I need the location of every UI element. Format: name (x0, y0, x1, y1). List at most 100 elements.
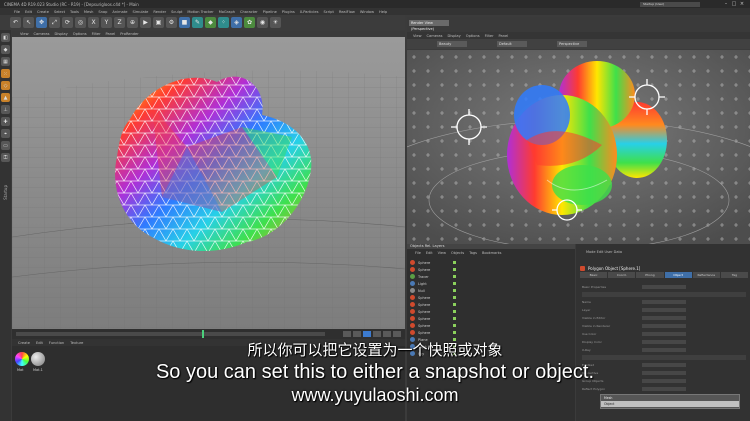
visibility-check-icon[interactable] (453, 296, 456, 299)
close-button[interactable]: × (738, 1, 746, 7)
object-menu-tags[interactable]: Tags (469, 251, 477, 255)
viewport-right-menu-panel[interactable]: Panel (499, 34, 509, 38)
menu-character[interactable]: Character (240, 10, 258, 14)
attribute-value-field[interactable] (642, 300, 686, 304)
points-mode-icon[interactable]: ⁙ (1, 69, 10, 78)
workplane-icon[interactable]: ▭ (1, 141, 10, 150)
menu-window[interactable]: Window (360, 10, 374, 14)
menu-mesh[interactable]: Mesh (84, 10, 93, 14)
tweak-mode-icon[interactable]: ✚ (1, 117, 10, 126)
model-mode-icon[interactable]: ◆ (1, 45, 10, 54)
viewport-left-menu-options[interactable]: Options (73, 32, 87, 36)
viewport-right-dropdown[interactable]: Default (497, 41, 527, 47)
list-item[interactable]: Light (410, 280, 572, 287)
list-item[interactable]: Tracer (410, 273, 572, 280)
visibility-check-icon[interactable] (453, 282, 456, 285)
x-axis-icon[interactable]: X (88, 17, 99, 28)
list-item[interactable]: Sphere (410, 294, 572, 301)
render-pv-icon[interactable]: ▣ (153, 17, 164, 28)
visibility-check-icon[interactable] (453, 303, 456, 306)
tab-object[interactable]: Object (664, 272, 692, 278)
menu-file[interactable]: File (14, 10, 20, 14)
attribute-value-field[interactable] (642, 285, 686, 289)
viewport-right-dropdown[interactable]: Perspective (557, 41, 587, 47)
menu-plugins[interactable]: Plugins (282, 10, 295, 14)
goto-start-button[interactable] (343, 331, 351, 337)
object-menu-bookmarks[interactable]: Bookmarks (482, 251, 502, 255)
viewport-right-menu-cameras[interactable]: Cameras (427, 34, 443, 38)
scale-icon[interactable]: ⤢ (49, 17, 60, 28)
list-item[interactable]: Sphere (410, 259, 572, 266)
object-menu-edit[interactable]: Edit (426, 251, 433, 255)
menu-realflow[interactable]: RealFlow (339, 10, 355, 14)
viewport-left-menu-panel[interactable]: Panel (106, 32, 116, 36)
menu-motion-tracker[interactable]: Motion Tracker (187, 10, 213, 14)
attribute-value-field[interactable] (642, 340, 686, 344)
recent-tool-icon[interactable]: ◎ (75, 17, 86, 28)
visibility-check-icon[interactable] (453, 317, 456, 320)
record-button[interactable] (393, 331, 401, 337)
list-item[interactable]: Sphere (410, 266, 572, 273)
move-icon[interactable]: ✥ (36, 17, 47, 28)
layout-selector[interactable]: Startup (User) (640, 1, 700, 7)
cloner-icon[interactable]: ⁘ (218, 17, 229, 28)
attribute-value-field[interactable] (642, 332, 686, 336)
polygons-mode-icon[interactable]: ▲ (1, 93, 10, 102)
timeline-ruler[interactable] (16, 332, 325, 336)
menu-tools[interactable]: Tools (70, 10, 79, 14)
z-axis-icon[interactable]: Z (114, 17, 125, 28)
material-menu-create[interactable]: Create (18, 341, 30, 345)
render-settings-icon[interactable]: ⚙ (166, 17, 177, 28)
object-menu-objects[interactable]: Objects (451, 251, 464, 255)
viewport-right-menu-filter[interactable]: Filter (485, 34, 494, 38)
menu-edit[interactable]: Edit (25, 10, 32, 14)
visibility-check-icon[interactable] (453, 324, 456, 327)
menu-create[interactable]: Create (37, 10, 49, 14)
list-item[interactable]: Null (410, 287, 572, 294)
viewport-right-menu-display[interactable]: Display (448, 34, 461, 38)
attribute-value-field[interactable] (642, 316, 686, 320)
material-menu-edit[interactable]: Edit (36, 341, 43, 345)
render-view-icon[interactable]: ▶ (140, 17, 151, 28)
viewport-right-menu-options[interactable]: Options (466, 34, 480, 38)
viewport-left-menu-filter[interactable]: Filter (92, 32, 101, 36)
tab-coord-[interactable]: Coord. (608, 272, 636, 278)
object-menu-file[interactable]: File (415, 251, 421, 255)
axis-mode-icon[interactable]: ⊥ (1, 105, 10, 114)
render-view-tab[interactable]: Render View (Perspective) (409, 20, 449, 31)
attribute-value-field[interactable] (642, 348, 686, 352)
light-icon[interactable]: ☀ (270, 17, 281, 28)
subdivision-icon[interactable]: ◆ (205, 17, 216, 28)
deformer-icon[interactable]: ◈ (231, 17, 242, 28)
maximize-button[interactable]: □ (730, 1, 738, 7)
viewport-left-menu-cameras[interactable]: Cameras (34, 32, 50, 36)
object-menu-view[interactable]: View (438, 251, 446, 255)
y-axis-icon[interactable]: Y (101, 17, 112, 28)
timeline[interactable] (12, 329, 405, 339)
menu-animate[interactable]: Animate (112, 10, 127, 14)
tab-reflectance[interactable]: Reflectance (692, 272, 720, 278)
attribute-value-field[interactable] (642, 308, 686, 312)
next-frame-button[interactable] (373, 331, 381, 337)
list-item[interactable]: Sphere (410, 308, 572, 315)
menu-pipeline[interactable]: Pipeline (263, 10, 277, 14)
menu-snap[interactable]: Snap (98, 10, 107, 14)
attribute-value-field[interactable] (642, 363, 686, 367)
list-item[interactable]: Sphere (410, 322, 572, 329)
viewport-left[interactable] (12, 37, 405, 329)
world-coord-icon[interactable]: ⊕ (127, 17, 138, 28)
make-editable-icon[interactable]: ◧ (1, 33, 10, 42)
viewport-left-menu-display[interactable]: Display (55, 32, 68, 36)
attribute-value-field[interactable] (642, 387, 686, 391)
visibility-check-icon[interactable] (453, 268, 456, 271)
pen-icon[interactable]: ✎ (192, 17, 203, 28)
texture-mode-icon[interactable]: ▦ (1, 57, 10, 66)
list-item[interactable]: Sphere (410, 329, 572, 336)
viewport-left-menu-prorender[interactable]: ProRender (120, 32, 139, 36)
visibility-check-icon[interactable] (453, 275, 456, 278)
list-item[interactable]: Sphere (410, 315, 572, 322)
attribute-value-field[interactable] (642, 379, 686, 383)
menu-select[interactable]: Select (54, 10, 65, 14)
material-menu-texture[interactable]: Texture (70, 341, 83, 345)
cube-icon[interactable]: ■ (179, 17, 190, 28)
